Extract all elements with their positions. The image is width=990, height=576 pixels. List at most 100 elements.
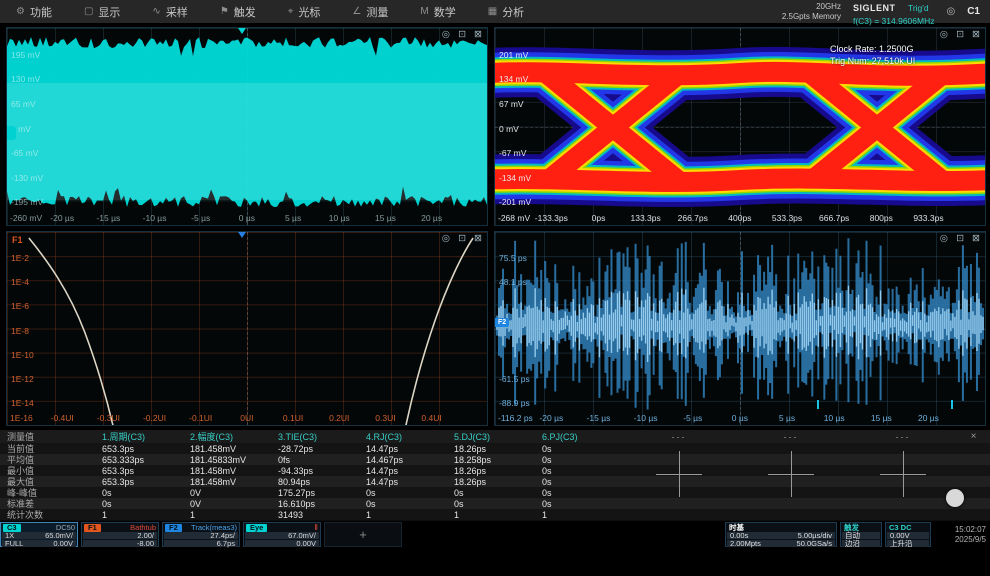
trigger-descriptor[interactable]: 触发 自动 边沿	[840, 522, 882, 547]
panel-toolbar: ◎ ⊡ ⊠	[442, 30, 482, 40]
x-tick-label: -20 µs	[539, 413, 563, 423]
floating-nav-button[interactable]	[946, 489, 964, 507]
menu-item-label: 分析	[502, 4, 524, 20]
menu-item-label: 采样	[166, 4, 188, 20]
eye-diagram-panel[interactable]: Clock Rate: 1.2500G Trig Num: 27,510k UI…	[494, 27, 986, 226]
clock-date: 2025/9/5	[955, 535, 986, 545]
table-column-header[interactable]: 4.RJ(C3)	[359, 432, 447, 442]
table-column-header[interactable]: 2.幅度(C3)	[183, 430, 271, 443]
add-measurement-button[interactable]	[880, 451, 926, 497]
corner-axis-label: -268 mV	[498, 213, 530, 223]
x-tick-label: -0.4UI	[51, 413, 74, 423]
expand-icon[interactable]: ⊡	[458, 234, 466, 244]
table-extra-column-header[interactable]: ···	[847, 432, 959, 442]
menu-item-analysis[interactable]: ▦分析	[472, 0, 540, 23]
y-tick-label: -134 mV	[499, 173, 531, 183]
active-channel-indicator[interactable]: C1	[967, 6, 980, 17]
channel-descriptor-f1[interactable]: F1Bathtub2.00/-8.00	[81, 522, 159, 547]
add-measurement-button[interactable]	[656, 451, 702, 497]
x-tick-label: 20 µs	[421, 213, 442, 223]
channel-descriptor-eye[interactable]: EyeⅡ67.0mV/0.00V	[243, 522, 321, 547]
y-tick-label: 75.5 ps	[499, 253, 527, 263]
bathtub-curve	[7, 232, 487, 425]
channel-descriptor-c3[interactable]: C3DC501X65.0mV/FULL0.00V	[0, 522, 78, 547]
table-cell: 0s	[95, 499, 183, 509]
menu-item-label: 功能	[30, 4, 52, 20]
trigger-status-badge: Trig'd	[908, 3, 929, 13]
table-cell: 0s	[447, 499, 535, 509]
y-tick-label: -61.5 ps	[499, 374, 530, 384]
menu-item-display[interactable]: ▢显示	[68, 0, 136, 23]
snapshot-icon[interactable]: ◎	[940, 234, 948, 244]
measure-icon: ∠	[352, 6, 361, 17]
add-trace-button[interactable]: +	[324, 522, 402, 547]
cursor-tick[interactable]	[817, 400, 819, 409]
table-row: 当前值653.3ps181.458mV-28.72ps14.47ps18.26p…	[0, 443, 990, 454]
trace-label-f1: F1	[12, 235, 23, 245]
clear-icon[interactable]: ⊠	[474, 234, 482, 244]
table-cell: 0s	[447, 488, 535, 498]
y-tick-label: -130 mV	[11, 173, 43, 183]
frequency-counter: f(C3) = 314.9606MHz	[853, 16, 935, 26]
menu-item-label: 光标	[298, 4, 320, 20]
table-extra-column-header[interactable]: ···	[735, 432, 847, 442]
add-measurement-button[interactable]	[768, 451, 814, 497]
panel-toolbar: ◎ ⊡ ⊠	[940, 30, 980, 40]
table-cell: 14.467ps	[359, 455, 447, 465]
menu-item-math[interactable]: Μ数学	[404, 0, 471, 23]
table-cell: 175.27ps	[271, 488, 359, 498]
menu-item-measure[interactable]: ∠测量	[336, 0, 404, 23]
snapshot-icon[interactable]: ◎	[442, 234, 450, 244]
table-cell: 18.26ps	[447, 466, 535, 476]
table-row: 标准差0s0V16.610ps0s0s0s	[0, 498, 990, 509]
table-column-header[interactable]: 1.周期(C3)	[95, 430, 183, 443]
trig-num-label: Trig Num: 27,510k UI	[830, 55, 915, 67]
x-tick-label: -0.1UI	[189, 413, 212, 423]
snapshot-icon[interactable]: ◎	[940, 30, 948, 40]
table-row: 最小值653.3ps181.458mV-94.33ps14.47ps18.26p…	[0, 465, 990, 476]
expand-icon[interactable]: ⊡	[458, 30, 466, 40]
status-circle-icon[interactable]: ◎	[946, 6, 955, 17]
table-close-button[interactable]: ×	[959, 431, 988, 442]
table-cell: 1	[535, 510, 623, 520]
table-extra-column-header[interactable]: ···	[623, 432, 735, 442]
clear-icon[interactable]: ⊠	[474, 30, 482, 40]
y-tick-label: -67 mV	[499, 148, 526, 158]
x-tick-label: 15 µs	[871, 413, 892, 423]
table-column-header[interactable]: 5.DJ(C3)	[447, 432, 535, 442]
bathtub-curve-panel[interactable]: F1 ◎⊡⊠-0.4UI-0.3UI-0.2UI-0.1UI0UI0.1UI0.…	[6, 231, 488, 426]
trace-position-marker-f2[interactable]: F2	[495, 318, 509, 327]
channel-offset-marker[interactable]	[7, 126, 16, 140]
clear-icon[interactable]: ⊠	[972, 234, 980, 244]
timebase-descriptor[interactable]: 时基 0.00s 5.00µs/div 2.00Mpts 50.0GSa/s	[725, 522, 837, 547]
tie-track-panel[interactable]: F2 ◎⊡⊠-20 µs-15 µs-10 µs-5 µs0 µs5 µs10 …	[494, 231, 986, 426]
trigger-position-marker[interactable]	[238, 232, 246, 238]
memory-depth: 2.00Mpts	[730, 540, 761, 547]
menu-item-trigger[interactable]: ⚑触发	[204, 0, 272, 23]
menu-bar: ⚙ 功能 ▢显示∿采样⚑触发⌖光标∠测量Μ数学▦分析 20GHz 2.5Gpts M…	[0, 0, 990, 23]
x-tick-label: 0.4UI	[421, 413, 441, 423]
y-tick-label: 1E-4	[11, 277, 29, 287]
table-row: 平均值653.333ps181.45833mV0fs14.467ps18.258…	[0, 454, 990, 465]
snapshot-icon[interactable]: ◎	[442, 30, 450, 40]
function-icon: ⚙	[16, 6, 25, 17]
trigger-source-descriptor[interactable]: C3 DC 0.00V 上升沿	[885, 522, 931, 547]
channel-descriptor-f2[interactable]: F2Track(meas3)27.4ps/6.7ps	[162, 522, 240, 547]
trigger-position-marker[interactable]	[238, 28, 246, 34]
table-column-header[interactable]: 6.PJ(C3)	[535, 432, 623, 442]
clear-icon[interactable]: ⊠	[972, 30, 980, 40]
expand-icon[interactable]: ⊡	[956, 234, 964, 244]
table-cell: 16.610ps	[271, 499, 359, 509]
menu-item-cursor[interactable]: ⌖光标	[272, 0, 337, 23]
menu-item-function[interactable]: ⚙ 功能	[0, 0, 68, 23]
table-cell: 653.3ps	[95, 477, 183, 487]
cursor-tick[interactable]	[951, 400, 953, 409]
menu-right-status: 20GHz 2.5Gpts Memory SIGLENT Trig'd f(C3…	[782, 0, 990, 26]
table-column-header[interactable]: 3.TIE(C3)	[271, 432, 359, 442]
menu-item-acquire[interactable]: ∿采样	[136, 0, 203, 23]
panel-toolbar: ◎ ⊡ ⊠	[442, 234, 482, 244]
y-tick-label: 65 mV	[11, 99, 36, 109]
x-tick-label: -5 µs	[683, 413, 702, 423]
expand-icon[interactable]: ⊡	[956, 30, 964, 40]
channel-waveform-panel[interactable]: ◎⊡⊠-20 µs-15 µs-10 µs-5 µs0 µs5 µs10 µs1…	[6, 27, 488, 226]
